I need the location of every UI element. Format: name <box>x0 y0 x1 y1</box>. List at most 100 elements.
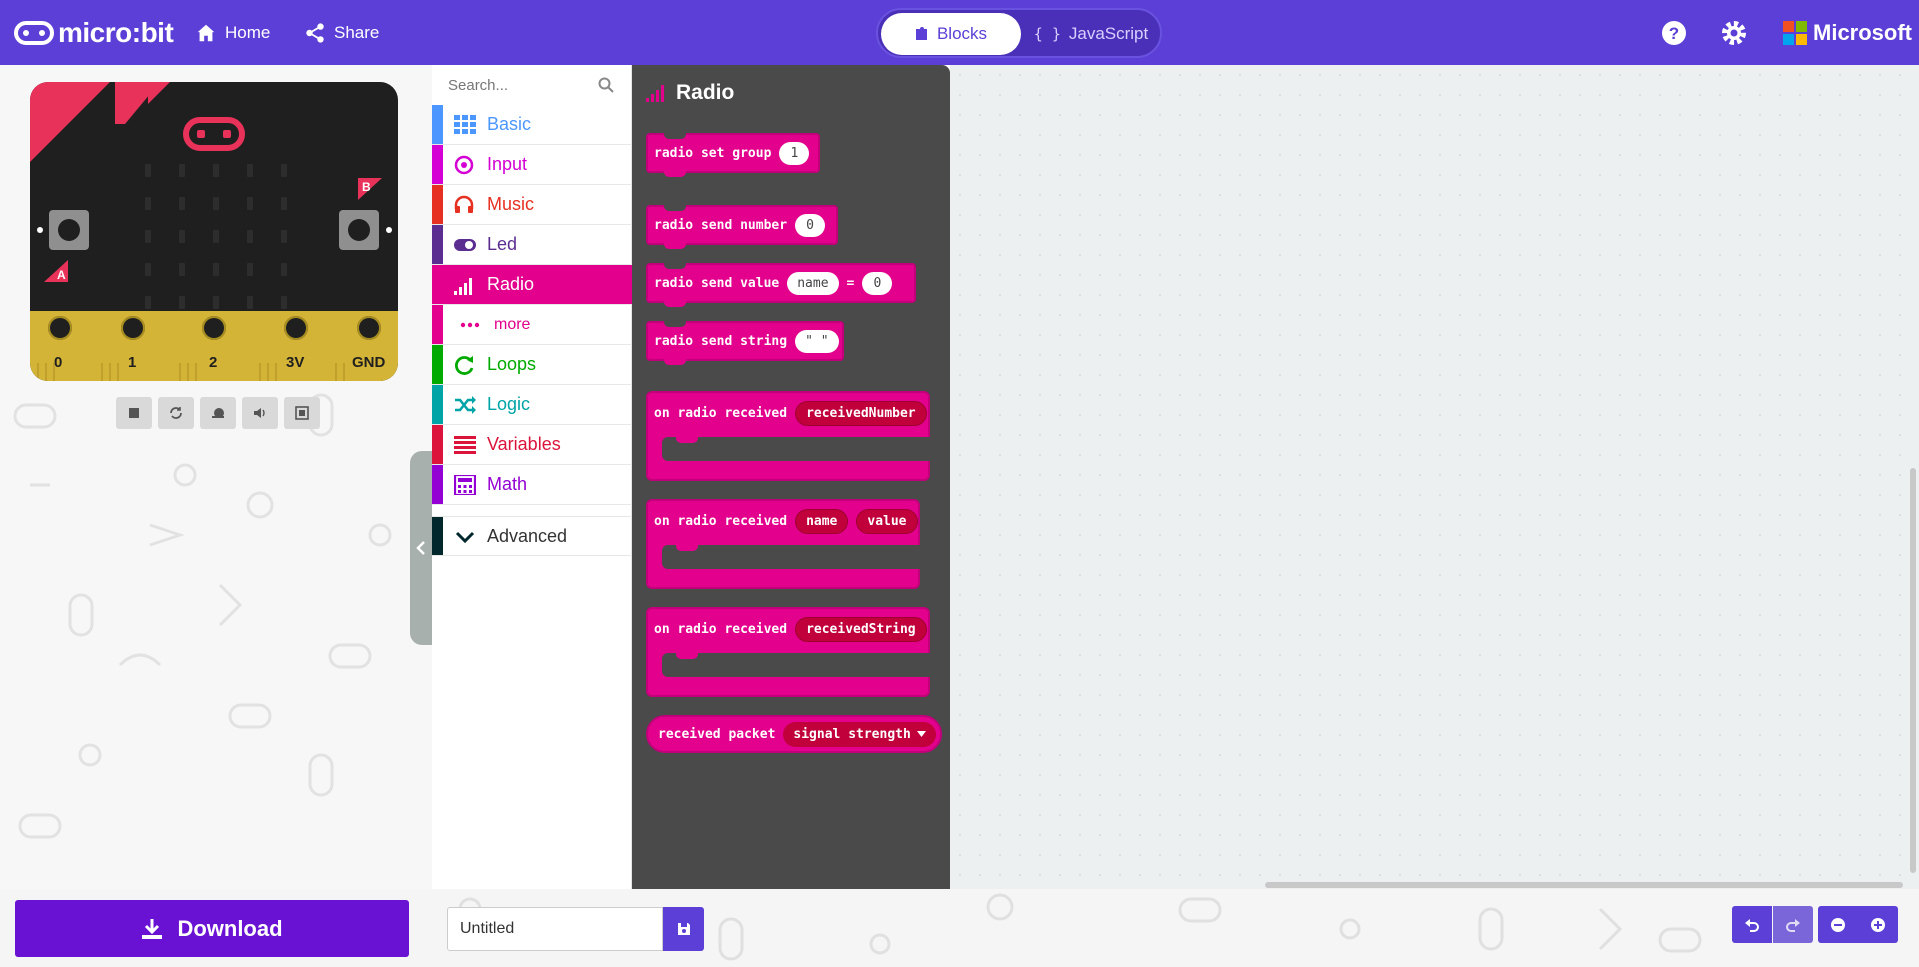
toolbox-category-loops[interactable]: Loops <box>432 345 632 385</box>
pin-3v[interactable] <box>279 311 313 345</box>
pin-1[interactable] <box>116 311 150 345</box>
on-radio-received-string-block[interactable]: on radio received receivedString <box>646 607 930 697</box>
packet-property-dropdown[interactable]: signal strength <box>783 721 936 747</box>
editor-mode-toggle: Blocks { } JavaScript <box>876 8 1162 58</box>
zoom-out-button[interactable] <box>1818 906 1858 943</box>
home-button[interactable]: Home <box>195 18 270 48</box>
led[interactable] <box>247 296 253 309</box>
received-packet-block[interactable]: received packet signal strength <box>646 715 942 753</box>
led[interactable] <box>179 263 185 276</box>
radio-send-number-block[interactable]: radio send number 0 <box>646 205 838 249</box>
radio-set-group-block[interactable]: radio set group 1 <box>646 133 820 177</box>
param-received-number[interactable]: receivedNumber <box>795 400 927 426</box>
led[interactable] <box>213 197 219 210</box>
chevron-left-icon <box>416 541 425 555</box>
led[interactable] <box>145 164 151 177</box>
javascript-mode-button[interactable]: { } JavaScript <box>1023 13 1159 55</box>
toolbox: Basic Input Music Led Radio more Loops L… <box>432 65 632 889</box>
blocks-mode-button[interactable]: Blocks <box>881 13 1021 55</box>
led[interactable] <box>281 230 287 243</box>
on-radio-received-value-block[interactable]: on radio received name value <box>646 499 920 589</box>
led[interactable] <box>213 164 219 177</box>
led[interactable] <box>247 263 253 276</box>
toolbox-category-music[interactable]: Music <box>432 185 632 225</box>
value-name-input[interactable]: name <box>787 271 839 295</box>
led[interactable] <box>179 230 185 243</box>
undo-button[interactable] <box>1732 906 1772 943</box>
toolbox-category-variables[interactable]: Variables <box>432 425 632 465</box>
help-icon[interactable]: ? <box>1661 20 1687 46</box>
search-input[interactable] <box>448 76 598 94</box>
led[interactable] <box>213 263 219 276</box>
led[interactable] <box>179 164 185 177</box>
microbit-logo[interactable]: micro:bit <box>14 14 174 52</box>
button-b-label: B <box>362 180 371 194</box>
led[interactable] <box>145 197 151 210</box>
microbit-board[interactable]: A B 0 1 2 3V GND <box>30 82 398 381</box>
toolbox-category-radio[interactable]: Radio <box>432 265 632 305</box>
restart-button[interactable] <box>158 397 194 429</box>
pin-2[interactable] <box>197 311 231 345</box>
toolbox-category-input[interactable]: Input <box>432 145 632 185</box>
radio-send-string-block[interactable]: radio send string " " <box>646 321 844 365</box>
stop-button[interactable] <box>116 397 152 429</box>
led[interactable] <box>247 230 253 243</box>
group-value-input[interactable]: 1 <box>779 141 810 165</box>
led[interactable] <box>247 164 253 177</box>
led[interactable] <box>281 164 287 177</box>
zoom-in-button[interactable] <box>1858 906 1898 943</box>
settings-gear-icon[interactable] <box>1721 20 1747 46</box>
button-b[interactable] <box>339 210 379 250</box>
led[interactable] <box>213 296 219 309</box>
string-value-input[interactable]: " " <box>795 329 839 353</box>
value-number-input[interactable]: 0 <box>862 271 893 295</box>
project-name-input[interactable] <box>447 907 663 951</box>
led[interactable] <box>145 230 151 243</box>
download-button[interactable]: Download <box>15 900 409 957</box>
param-value[interactable]: value <box>856 508 918 534</box>
slow-mo-button[interactable] <box>200 397 236 429</box>
pin-gnd[interactable] <box>352 311 386 345</box>
toolbox-category-led[interactable]: Led <box>432 225 632 265</box>
search-icon[interactable] <box>598 77 614 93</box>
microbit-face-logo[interactable] <box>183 117 245 151</box>
toolbox-category-logic[interactable]: Logic <box>432 385 632 425</box>
workspace-horizontal-scrollbar[interactable] <box>1265 882 1903 888</box>
led[interactable] <box>281 197 287 210</box>
share-button[interactable]: Share <box>304 18 379 48</box>
led[interactable] <box>247 197 253 210</box>
radio-send-value-block[interactable]: radio send value name = 0 <box>646 263 916 307</box>
number-value-input[interactable]: 0 <box>795 213 826 237</box>
led[interactable] <box>213 230 219 243</box>
led[interactable] <box>145 296 151 309</box>
collapse-simulator-tab[interactable] <box>410 451 432 645</box>
pin-0[interactable] <box>43 311 77 345</box>
blocks-workspace[interactable] <box>950 65 1919 891</box>
toolbox-category-basic[interactable]: Basic <box>432 105 632 145</box>
refresh-icon <box>455 356 474 375</box>
mute-button[interactable] <box>242 397 278 429</box>
pin-label: 2 <box>209 354 218 371</box>
save-button[interactable] <box>663 907 704 951</box>
led[interactable] <box>179 296 185 309</box>
redo-button[interactable] <box>1773 906 1813 943</box>
toolbox-category-math[interactable]: Math <box>432 465 632 505</box>
led[interactable] <box>281 263 287 276</box>
param-received-string[interactable]: receivedString <box>795 616 927 642</box>
led[interactable] <box>179 197 185 210</box>
fullscreen-button[interactable] <box>284 397 320 429</box>
led[interactable] <box>281 296 287 309</box>
button-a[interactable] <box>49 210 89 250</box>
workspace-vertical-scrollbar[interactable] <box>1910 468 1916 873</box>
microsoft-brand[interactable]: Microsoft <box>1783 20 1912 46</box>
param-name[interactable]: name <box>795 508 849 534</box>
toolbox-subcategory-radio-more[interactable]: more <box>432 305 632 345</box>
toolbox-category-advanced[interactable]: Advanced <box>432 516 632 556</box>
braces-icon: { } <box>1033 25 1061 43</box>
chevron-down-icon <box>455 531 475 544</box>
block-text: on radio received <box>654 405 788 421</box>
on-radio-received-number-block[interactable]: on radio received receivedNumber <box>646 391 930 481</box>
led[interactable] <box>145 263 151 276</box>
block-text: radio send value <box>654 275 780 291</box>
svg-text:?: ? <box>1669 24 1679 43</box>
